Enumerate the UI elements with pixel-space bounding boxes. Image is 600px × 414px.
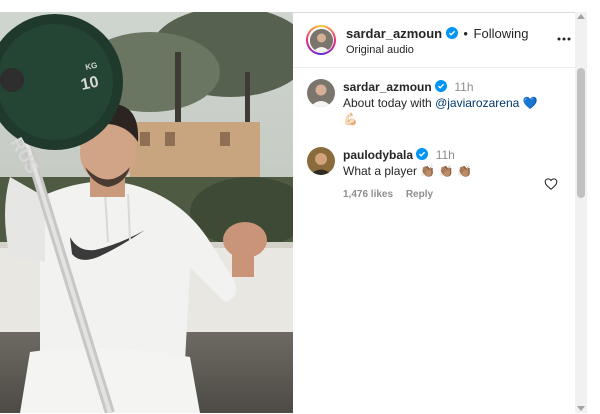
comment-text: About today with @javiarozarena 💙 (343, 95, 538, 111)
more-horizontal-icon[interactable] (555, 30, 573, 48)
comment-time[interactable]: 11h (454, 80, 473, 94)
header-username-row: sardar_azmoun • Following (346, 26, 528, 41)
post-header: sardar_azmoun • Following Original audio (293, 13, 587, 68)
comment-likes[interactable]: 1,476 likes (343, 189, 393, 200)
comments-panel: sardar_azmoun • Following Original audio (293, 12, 587, 414)
instagram-post-modal: 10 KG RUS sardar_azmoun • Following Orig… (0, 0, 600, 414)
reply-button[interactable]: Reply (406, 189, 433, 200)
heart-outline-icon[interactable] (544, 177, 558, 191)
avatar[interactable] (307, 79, 335, 107)
verified-badge-icon (435, 80, 448, 92)
original-audio-link[interactable]: Original audio (346, 44, 414, 56)
clapping-emoji: 👏🏽 👏🏽 👏🏽 (420, 164, 472, 178)
blue-heart-emoji: 💙 (522, 96, 538, 110)
post-username[interactable]: sardar_azmoun (346, 26, 442, 41)
avatar[interactable] (307, 147, 335, 175)
comment-text-prefix: About today with (343, 96, 436, 110)
following-button[interactable]: Following (474, 26, 529, 41)
comment-username[interactable]: paulodybala (343, 148, 413, 162)
post-media[interactable]: 10 KG RUS (0, 12, 293, 413)
comment-text: What a player 👏🏽 👏🏽 👏🏽 (343, 163, 472, 179)
comment-username[interactable]: sardar_azmoun (343, 80, 432, 94)
separator-dot: • (463, 26, 468, 41)
comment-body: paulodybala 11h What a player 👏🏽 👏🏽 👏🏽 1… (343, 147, 472, 203)
comment-body: sardar_azmoun 11h About today with @javi… (343, 79, 538, 127)
flexed-biceps-emoji: 💪🏻 (343, 112, 358, 126)
comment-meta: 1,476 likes Reply (343, 187, 472, 203)
story-ring[interactable] (306, 25, 336, 55)
verified-badge-icon (416, 148, 429, 160)
scroll-thumb[interactable] (577, 68, 585, 198)
scroll-up-arrow-icon[interactable] (577, 14, 585, 19)
avatar (309, 28, 333, 52)
scroll-down-arrow-icon[interactable] (577, 406, 585, 411)
plate-weight-text: 10 (79, 74, 100, 94)
scrollbar[interactable] (575, 12, 587, 413)
comment-text-content: What a player (343, 164, 418, 178)
comment-time[interactable]: 11h (436, 148, 455, 162)
verified-badge-icon (445, 27, 458, 39)
post-photo: 10 KG RUS (0, 12, 293, 413)
mention-link[interactable]: @javiarozarena (435, 96, 519, 110)
